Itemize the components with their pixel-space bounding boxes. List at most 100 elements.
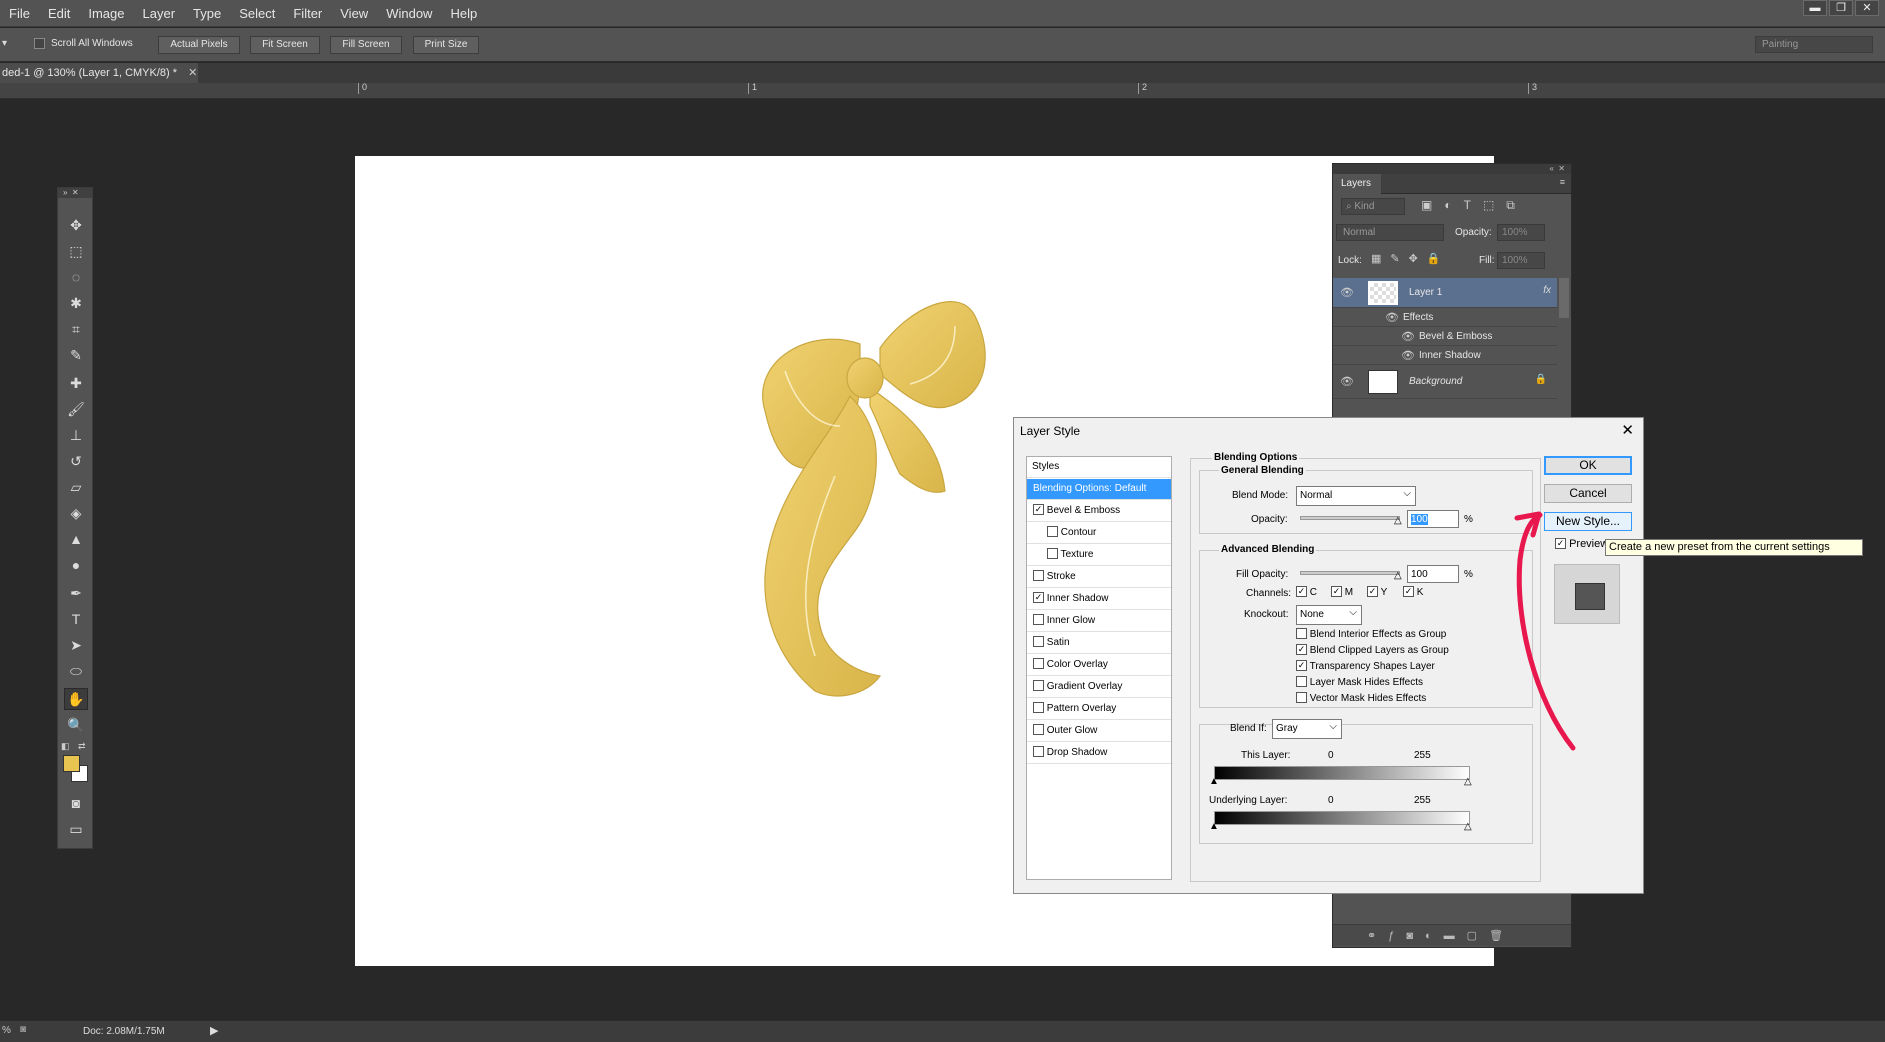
this-layer-black-handle[interactable]: ▲ (1209, 776, 1219, 787)
close-window-button[interactable]: ✕ (1855, 0, 1879, 16)
style-item[interactable]: ✓ Inner Shadow (1027, 589, 1171, 610)
blending-option-checkbox[interactable]: Blend Interior Effects as Group (1296, 628, 1446, 640)
eraser-tool-icon[interactable]: ▱ (64, 476, 88, 498)
style-checkbox[interactable] (1033, 657, 1044, 669)
clone-stamp-tool-icon[interactable]: ⊥ (64, 424, 88, 446)
fill-opacity-slider-handle[interactable]: △ (1394, 570, 1402, 581)
crop-tool-icon[interactable]: ⌗ (64, 318, 88, 340)
style-item[interactable]: Drop Shadow (1027, 743, 1171, 764)
adjustment-filter-icon[interactable]: ◐ (1444, 198, 1463, 212)
move-tool-icon[interactable]: ✥ (64, 214, 88, 236)
style-checkbox[interactable] (1047, 525, 1058, 537)
history-brush-tool-icon[interactable]: ↺ (64, 450, 88, 472)
actual-pixels-button[interactable]: Actual Pixels (158, 36, 240, 54)
style-checkbox[interactable] (1033, 635, 1044, 647)
smart-object-filter-icon[interactable]: ⧉ (1506, 198, 1527, 212)
lock-image-icon[interactable]: ✎ (1390, 253, 1408, 265)
underlying-black-handle[interactable]: ▲ (1209, 821, 1219, 832)
fill-opacity-input[interactable]: 100 (1407, 565, 1459, 583)
style-item[interactable]: Color Overlay (1027, 655, 1171, 676)
tools-panel-header[interactable]: » ✕ (58, 188, 92, 198)
layer-row-background[interactable]: 👁 Background 🔒 (1333, 365, 1557, 399)
channel-c-checkbox[interactable]: ✓ C (1296, 586, 1317, 598)
opacity-input[interactable]: 100 (1407, 510, 1459, 528)
layers-panel-topbar[interactable]: « ✕ (1333, 164, 1571, 174)
style-item[interactable]: Gradient Overlay (1027, 677, 1171, 698)
brush-tool-icon[interactable]: 🖌 (64, 398, 88, 420)
menu-filter[interactable]: Filter (284, 0, 331, 27)
fx-icon[interactable]: fx (1543, 285, 1551, 296)
status-menu-arrow-icon[interactable]: ▶ (210, 1024, 218, 1037)
tool-preset-picker[interactable]: ▾ (2, 38, 7, 49)
styles-header[interactable]: Styles (1027, 457, 1171, 478)
new-group-icon[interactable]: ▬ (1444, 930, 1467, 942)
style-checkbox[interactable] (1033, 723, 1044, 735)
style-item[interactable]: Blending Options: Default (1027, 479, 1171, 500)
fill-opacity-slider[interactable] (1300, 571, 1400, 575)
delete-layer-icon[interactable]: 🗑 (1489, 930, 1515, 942)
filter-kind-dropdown[interactable]: ⌕ Kind (1341, 198, 1405, 215)
blending-option-checkbox[interactable]: ✓ Transparency Shapes Layer (1296, 660, 1435, 672)
fill-screen-button[interactable]: Fill Screen (330, 36, 402, 54)
foreground-color-swatch[interactable] (63, 755, 80, 772)
menu-window[interactable]: Window (377, 0, 441, 27)
effects-row[interactable]: 👁 Effects (1333, 308, 1557, 327)
type-filter-icon[interactable]: T (1464, 198, 1483, 212)
blur-tool-icon[interactable]: ▲ (64, 528, 88, 550)
style-item[interactable]: Contour (1027, 523, 1171, 544)
this-layer-white-handle[interactable]: △ (1464, 776, 1472, 787)
lock-position-icon[interactable]: ✥ (1409, 253, 1427, 265)
layer-opacity-field[interactable]: 100% (1497, 224, 1545, 241)
workspace-dropdown[interactable]: Painting (1755, 36, 1873, 53)
style-checkbox[interactable] (1033, 745, 1044, 757)
menu-layer[interactable]: Layer (134, 0, 185, 27)
style-item[interactable]: Pattern Overlay (1027, 699, 1171, 720)
style-checkbox[interactable] (1033, 679, 1044, 691)
visibility-eye-icon[interactable]: 👁 (1340, 286, 1354, 299)
add-style-icon[interactable]: ƒ (1388, 930, 1406, 942)
hand-tool-icon[interactable]: ✋ (64, 688, 88, 710)
channel-k-checkbox[interactable]: ✓ K (1403, 586, 1423, 598)
style-item[interactable]: Texture (1027, 545, 1171, 566)
default-colors-icon[interactable]: ◧ (61, 741, 70, 752)
zoom-readout[interactable]: % (2, 1025, 11, 1036)
option-checkbox-box[interactable] (1296, 692, 1307, 703)
panel-menu-icon[interactable]: ≡ (1560, 177, 1565, 187)
opacity-slider[interactable] (1300, 516, 1400, 520)
link-layers-icon[interactable]: ⚭ (1367, 930, 1388, 942)
effect-row-bevel[interactable]: 👁 Bevel & Emboss (1333, 327, 1557, 346)
blend-if-dropdown[interactable]: Gray (1272, 718, 1342, 739)
scroll-all-windows-checkbox[interactable] (34, 37, 45, 49)
blending-option-checkbox[interactable]: Vector Mask Hides Effects (1296, 692, 1426, 704)
option-checkbox-box[interactable]: ✓ (1296, 644, 1307, 655)
lock-transparent-icon[interactable]: ▦ (1371, 253, 1390, 265)
screen-mode-icon[interactable]: ▭ (64, 818, 88, 840)
knockout-dropdown[interactable]: None (1296, 604, 1362, 625)
layer-row-layer1[interactable]: 👁 Layer 1 fx (1333, 278, 1557, 308)
menu-file[interactable]: File (0, 0, 39, 27)
adjustment-layer-icon[interactable]: ◐ (1425, 930, 1444, 942)
healing-brush-tool-icon[interactable]: ✚ (64, 372, 88, 394)
underlying-white-handle[interactable]: △ (1464, 821, 1472, 832)
effect-row-inner-shadow[interactable]: 👁 Inner Shadow (1333, 346, 1557, 365)
style-checkbox[interactable] (1047, 547, 1058, 559)
style-checkbox[interactable] (1033, 569, 1044, 581)
lock-all-icon[interactable]: 🔒 (1427, 253, 1450, 265)
pixel-filter-icon[interactable]: ▣ (1421, 198, 1444, 212)
channel-m-checkbox[interactable]: ✓ M (1331, 586, 1353, 598)
path-selection-tool-icon[interactable]: ➤ (64, 634, 88, 656)
ok-button[interactable]: OK (1544, 456, 1632, 475)
menu-select[interactable]: Select (230, 0, 284, 27)
menu-image[interactable]: Image (79, 0, 133, 27)
blending-option-checkbox[interactable]: ✓ Blend Clipped Layers as Group (1296, 644, 1449, 656)
document-tab[interactable]: ded-1 @ 130% (Layer 1, CMYK/8) * ✕ (0, 63, 198, 83)
layers-scrollbar[interactable] (1559, 278, 1569, 318)
inner-shadow-eye-icon[interactable]: 👁 (1401, 349, 1415, 362)
fit-screen-button[interactable]: Fit Screen (250, 36, 320, 54)
blending-option-checkbox[interactable]: Layer Mask Hides Effects (1296, 676, 1423, 688)
style-checkbox[interactable] (1033, 701, 1044, 713)
restore-button[interactable]: ❐ (1829, 0, 1853, 16)
layer-fill-field[interactable]: 100% (1497, 252, 1545, 269)
swap-colors-icon[interactable]: ⇄ (78, 741, 86, 752)
close-tab-icon[interactable]: ✕ (188, 67, 197, 79)
